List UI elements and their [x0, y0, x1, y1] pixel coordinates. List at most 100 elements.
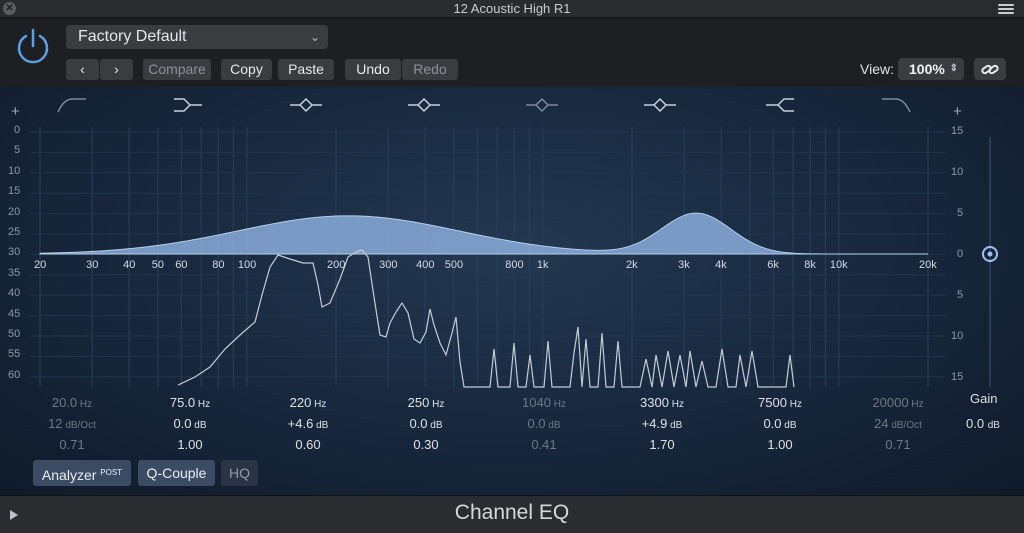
low-shelf-icon[interactable] — [168, 95, 208, 115]
band-q[interactable]: 0.60 — [268, 437, 348, 452]
menu-icon[interactable] — [998, 4, 1014, 14]
frequency-tick: 800 — [505, 259, 524, 271]
left-axis-tick: 60 — [8, 368, 21, 381]
power-icon[interactable] — [14, 27, 52, 65]
band-gain[interactable]: 0.0 dB — [150, 416, 230, 431]
plugin-footer: Channel EQ — [0, 495, 1024, 533]
frequency-tick: 30 — [86, 259, 99, 271]
band-frequency[interactable]: 1040 Hz — [504, 395, 584, 410]
band-frequency[interactable]: 3300 Hz — [622, 395, 702, 410]
band-q[interactable]: 0.71 — [32, 437, 112, 452]
band-q[interactable]: 0.71 — [858, 437, 938, 452]
left-axis-tick: 55 — [8, 348, 21, 361]
left-axis-tick: 5 — [14, 144, 21, 157]
frequency-tick: 6k — [767, 259, 779, 271]
preset-menu[interactable]: Factory Default ⌄ — [66, 25, 328, 49]
frequency-tick: 3k — [678, 259, 690, 271]
band-q[interactable]: 1.70 — [622, 437, 702, 452]
frequency-tick: 2k — [626, 259, 638, 271]
frequency-tick: 20 — [34, 259, 47, 271]
left-axis-tick: 50 — [8, 328, 21, 340]
frequency-tick: 4k — [715, 259, 727, 271]
left-axis-tick: 20 — [8, 205, 21, 218]
frequency-tick: 1k — [536, 259, 549, 271]
redo-button[interactable]: Redo — [402, 59, 458, 80]
preset-name: Factory Default — [78, 28, 187, 45]
frequency-tick: 300 — [379, 259, 398, 271]
band-frequency[interactable]: 220 Hz — [268, 395, 348, 410]
left-axis-tick: 30 — [8, 246, 21, 259]
add-icon[interactable]: + — [11, 103, 20, 120]
hq-button[interactable]: HQ — [221, 460, 258, 486]
view-label: View: — [860, 61, 894, 77]
right-axis-tick: 0 — [957, 248, 964, 260]
compare-button[interactable]: Compare — [143, 59, 211, 80]
right-axis-tick: 15 — [951, 125, 964, 137]
band-gain[interactable]: 0.0 dB — [386, 416, 466, 431]
frequency-tick: 50 — [151, 259, 165, 271]
analyzer-trace — [177, 249, 795, 388]
left-axis-tick: 25 — [8, 226, 21, 238]
band-q[interactable]: 0.41 — [504, 437, 584, 452]
frequency-tick: 10k — [829, 259, 848, 271]
band-gain[interactable]: 0.0 dB — [504, 416, 584, 431]
band-gain[interactable]: 24 dB/Oct — [858, 416, 938, 431]
copy-button[interactable]: Copy — [221, 59, 272, 80]
right-axis-tick: 15 — [951, 371, 964, 383]
analyzer-button[interactable]: Analyzer POST — [33, 460, 131, 486]
q-couple-button[interactable]: Q-Couple — [138, 460, 215, 486]
link-icon[interactable] — [974, 58, 1006, 80]
band-frequency[interactable]: 7500 Hz — [740, 395, 820, 410]
band-frequency[interactable]: 75.0 Hz — [150, 395, 230, 410]
low-cut-icon[interactable] — [52, 95, 92, 115]
gain-value[interactable]: 0.0 dB — [966, 416, 1000, 431]
add-icon[interactable]: + — [953, 103, 962, 120]
left-axis-tick: 10 — [8, 164, 21, 177]
left-axis-tick: 35 — [8, 266, 21, 279]
previous-preset-button[interactable]: ‹ — [66, 59, 99, 80]
band-gain[interactable]: +4.6 dB — [268, 416, 348, 431]
undo-button[interactable]: Undo — [345, 59, 401, 80]
next-preset-button[interactable]: › — [100, 59, 133, 80]
left-axis-tick: 15 — [8, 185, 21, 198]
plugin-name: Channel EQ — [454, 501, 570, 524]
frequency-tick: 40 — [123, 259, 136, 271]
band-q[interactable]: 0.30 — [386, 437, 466, 452]
band-q[interactable]: 1.00 — [740, 437, 820, 452]
band-gain[interactable]: +4.9 dB — [622, 416, 702, 431]
eq-display[interactable]: + + 0 5 10 15 20 25 30 35 40 45 50 55 60 15 10 5 0 5 10 15… — [0, 87, 1024, 495]
frequency-tick: 200 — [327, 259, 346, 271]
frequency-tick: 20k — [919, 259, 937, 271]
band-frequency[interactable]: 250 Hz — [386, 395, 466, 410]
frequency-tick: 80 — [212, 259, 225, 271]
high-cut-icon[interactable] — [876, 95, 916, 115]
view-zoom-select[interactable]: 100% ⇕ — [898, 58, 964, 80]
bell-band-icon[interactable] — [404, 95, 444, 115]
left-axis-tick: 45 — [8, 307, 21, 320]
paste-button[interactable]: Paste — [278, 59, 334, 80]
left-axis-tick: 0 — [14, 124, 21, 136]
frequency-tick: 100 — [237, 259, 257, 271]
band-q[interactable]: 1.00 — [150, 437, 230, 452]
view-zoom-value: 100% — [909, 61, 945, 77]
right-axis-tick: 5 — [957, 207, 964, 219]
window-title: 12 Acoustic High R1 — [453, 1, 571, 16]
stepper-icon: ⇕ — [949, 63, 958, 74]
right-axis-tick: 10 — [951, 330, 964, 342]
chevron-down-icon: ⌄ — [309, 30, 320, 44]
bell-band-icon[interactable] — [640, 95, 680, 115]
band-frequency[interactable]: 20000 Hz — [858, 395, 938, 410]
left-axis-tick: 40 — [8, 287, 21, 300]
bell-band-icon[interactable] — [286, 95, 326, 115]
band-gain[interactable]: 12 dB/Oct — [32, 416, 112, 431]
high-shelf-icon[interactable] — [760, 95, 800, 115]
frequency-tick: 60 — [175, 259, 188, 271]
frequency-tick: 400 — [416, 259, 435, 271]
band-gain[interactable]: 0.0 dB — [740, 416, 820, 431]
title-bar: ✕ 12 Acoustic High R1 — [0, 0, 1024, 18]
plugin-header: Factory Default ⌄ ‹ › Compare Copy Paste… — [0, 19, 1024, 87]
frequency-tick: 8k — [804, 259, 816, 271]
eq-graph[interactable] — [0, 87, 1024, 495]
bell-band-icon[interactable] — [522, 95, 562, 115]
band-frequency[interactable]: 20.0 Hz — [32, 395, 112, 410]
